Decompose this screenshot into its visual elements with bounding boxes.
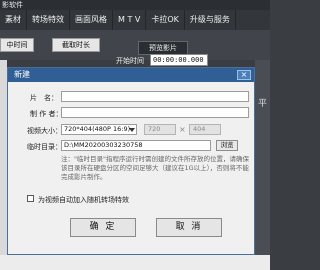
menu-item-karaoke[interactable]: 卡拉OK xyxy=(146,10,185,30)
menu-item-picture-style[interactable]: 画面风格 xyxy=(70,10,113,30)
temp-dir-hint: 注："临时目录"指程序运行时需创建的文件所存放的位置，请确保该目录所在硬盘分区的… xyxy=(61,155,249,181)
menu-bar: 素材 转场特效 画面风格 M T V 卡拉OK 升级与服务 xyxy=(0,10,270,30)
trim-duration-button[interactable]: 截取时长 xyxy=(52,38,100,52)
film-name-input[interactable] xyxy=(61,91,249,102)
start-time-field[interactable]: 00:00:00.000 xyxy=(150,54,208,66)
width-field: 720 xyxy=(144,124,176,135)
height-field: 404 xyxy=(189,124,221,135)
browse-button[interactable]: 浏览 xyxy=(216,140,238,151)
right-panel xyxy=(255,60,270,270)
video-size-value: 720*404(480P 16:9) xyxy=(64,125,131,133)
auto-transition-checkbox[interactable] xyxy=(27,195,34,202)
close-icon[interactable]: × xyxy=(237,70,251,80)
temp-dir-input[interactable]: D:\MM20200303230758 xyxy=(61,140,211,151)
menu-item-upgrade[interactable]: 升级与服务 xyxy=(185,10,236,30)
new-project-dialog: 新建 × 片 名： 制 作 者： 视频大小： 720*404(480P 16:9… xyxy=(7,67,255,255)
time-button[interactable]: 中时间 xyxy=(0,38,34,52)
ok-button[interactable]: 确 定 xyxy=(70,218,136,237)
temp-dir-label: 临时目录： xyxy=(27,143,62,151)
left-panel xyxy=(0,60,7,270)
times-sign: × xyxy=(179,125,186,134)
producer-input[interactable] xyxy=(61,107,249,118)
dialog-title-bar: 新建 × xyxy=(8,68,254,82)
film-name-label: 片 名： xyxy=(30,94,58,102)
watermark-text: 平 xyxy=(258,99,268,109)
preview-film-button[interactable]: 预览影片 xyxy=(138,41,188,55)
producer-label: 制 作 者： xyxy=(30,110,63,118)
video-size-select[interactable]: 720*404(480P 16:9) xyxy=(61,124,137,135)
auto-transition-label[interactable]: 为视频自动加入随机转场特效 xyxy=(38,195,129,205)
cancel-button[interactable]: 取 消 xyxy=(156,218,222,237)
dialog-title: 新建 xyxy=(14,70,30,79)
timeline-area xyxy=(0,255,270,270)
menu-item-mtv[interactable]: M T V xyxy=(113,10,147,30)
start-time-label: 开始时间 xyxy=(116,57,144,65)
menu-item-material[interactable]: 素材 xyxy=(0,10,27,30)
video-size-label: 视频大小： xyxy=(27,127,62,135)
menu-item-transitions[interactable]: 转场特效 xyxy=(27,10,70,30)
chevron-down-icon xyxy=(129,128,135,132)
app-title: 影软件 xyxy=(0,0,270,10)
